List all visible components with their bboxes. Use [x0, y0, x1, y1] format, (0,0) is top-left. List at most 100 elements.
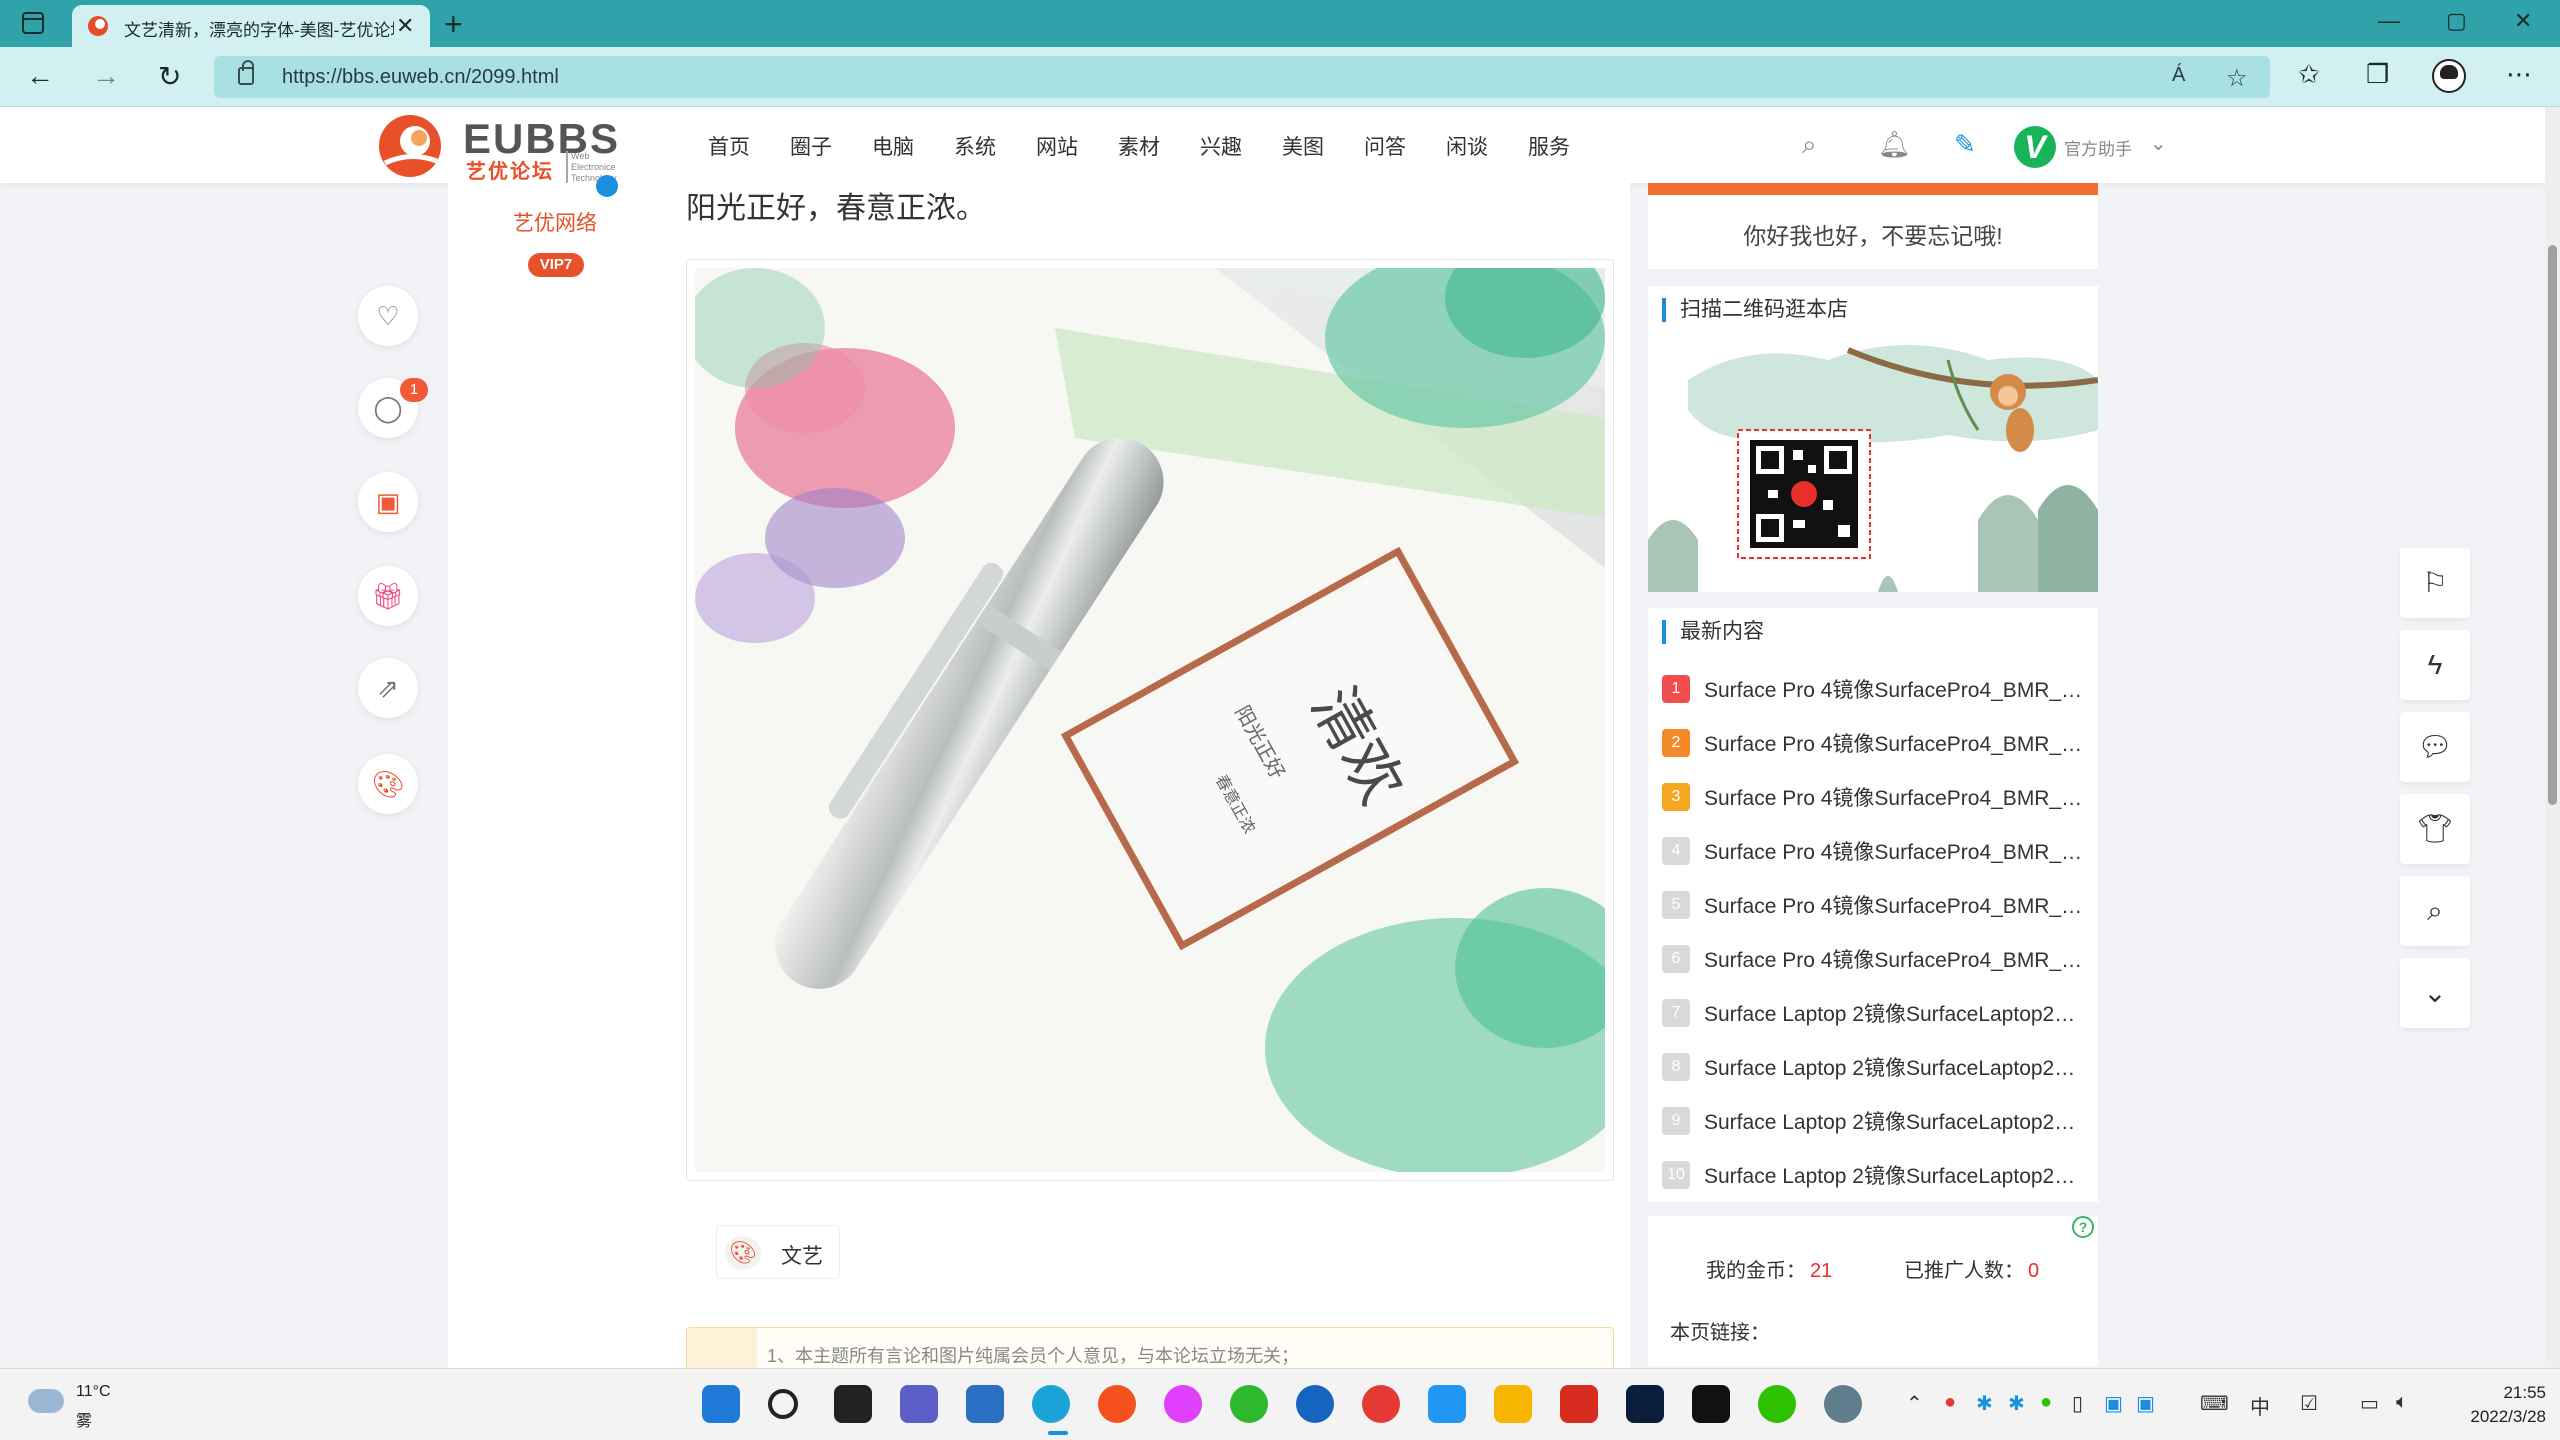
compose-icon[interactable]: ✎: [1954, 129, 1976, 160]
news-item[interactable]: 3 Surface Pro 4镜像SurfacePro4_BMR_15_2.146…: [1662, 770, 2087, 824]
nav-item-system[interactable]: 系统: [954, 131, 996, 161]
news-item[interactable]: 5 Surface Pro 4镜像SurfacePro4_BMR_15_2.146…: [1662, 878, 2087, 932]
news-title[interactable]: Surface Pro 4镜像SurfacePro4_BMR_15_2.146.…: [1704, 836, 2084, 866]
news-item[interactable]: 4 Surface Pro 4镜像SurfacePro4_BMR_15_2.146…: [1662, 824, 2087, 878]
wechat-icon[interactable]: [1758, 1385, 1796, 1423]
news-title[interactable]: Surface Laptop 2镜像SurfaceLaptop2_BMR.zip: [1704, 1160, 2084, 1190]
favorite-add-icon[interactable]: ☆: [2226, 64, 2248, 93]
keyboard-icon[interactable]: ⌨: [2200, 1391, 2229, 1416]
news-item[interactable]: 8 Surface Laptop 2镜像SurfaceLaptop2_BMR.zi…: [1662, 1040, 2087, 1094]
nav-item-interests[interactable]: 兴趣: [1200, 131, 1242, 161]
report-flag-icon[interactable]: ⚐: [2400, 548, 2470, 618]
back-icon[interactable]: ←: [26, 60, 54, 92]
maximize-icon[interactable]: ▢: [2446, 8, 2467, 34]
tray-qq-icon[interactable]: ●: [1944, 1391, 1956, 1414]
read-aloud-icon[interactable]: Á: [2172, 64, 2185, 87]
gift-icon[interactable]: 🎁︎: [358, 566, 418, 626]
volume-icon[interactable]: 🔈︎: [2396, 1391, 2408, 1414]
like-icon[interactable]: ♡: [358, 286, 418, 346]
weather-temp[interactable]: 11°C: [76, 1383, 111, 1401]
nav-item-computer[interactable]: 电脑: [872, 131, 914, 161]
nav-item-circles[interactable]: 圈子: [790, 131, 832, 161]
news-title[interactable]: Surface Pro 4镜像SurfacePro4_BMR_15_2.146.…: [1704, 674, 2084, 704]
store-icon[interactable]: [966, 1385, 1004, 1423]
tray-chevron-icon[interactable]: ⌃: [1906, 1391, 1923, 1416]
news-title[interactable]: Surface Laptop 2镜像SurfaceLaptop2_BMR.zip: [1704, 1106, 2084, 1136]
collections-icon[interactable]: ❐: [2366, 59, 2389, 90]
file-explorer-icon[interactable]: [1494, 1385, 1532, 1423]
chevron-down-icon[interactable]: ⌄: [2150, 131, 2167, 156]
news-item[interactable]: 6 Surface Pro 4镜像SurfacePro4_BMR_15_2.146…: [1662, 932, 2087, 986]
more-menu-icon[interactable]: ⋯: [2506, 59, 2532, 90]
nav-item-website[interactable]: 网站: [1036, 131, 1078, 161]
nav-item-chat[interactable]: 闲谈: [1446, 131, 1488, 161]
tray-wechat-icon[interactable]: ●: [2040, 1391, 2052, 1414]
site-logo-icon[interactable]: [375, 111, 445, 181]
favorites-icon[interactable]: ✩: [2298, 59, 2320, 90]
author-name[interactable]: 艺优网络: [448, 207, 662, 237]
new-tab-icon[interactable]: +: [444, 6, 463, 43]
photoshop-icon[interactable]: [1626, 1385, 1664, 1423]
tray-app-3-icon[interactable]: ▯: [2072, 1391, 2083, 1416]
palette-icon[interactable]: 🎨︎: [358, 754, 418, 814]
colorful-app-2-icon[interactable]: [1164, 1385, 1202, 1423]
user-avatar[interactable]: V: [2014, 126, 2056, 168]
news-title[interactable]: Surface Pro 4镜像SurfacePro4_BMR_15_2.146.…: [1704, 782, 2084, 812]
nav-item-pictures[interactable]: 美图: [1282, 131, 1324, 161]
browser-tab-active[interactable]: 文艺清新，漂亮的字体-美图-艺优论坛 ✕: [72, 5, 430, 47]
capcut-icon[interactable]: [1692, 1385, 1730, 1423]
start-icon[interactable]: [702, 1385, 740, 1423]
ime-icon[interactable]: 中: [2250, 1391, 2270, 1420]
chat-bubble-icon[interactable]: 💬︎: [2400, 712, 2470, 782]
settings-icon[interactable]: [1824, 1385, 1862, 1423]
news-title[interactable]: Surface Pro 4镜像SurfacePro4_BMR_15_2.146.…: [1704, 944, 2084, 974]
favorite-box-icon[interactable]: ▣: [358, 472, 418, 532]
lightning-icon[interactable]: ϟ: [2400, 630, 2470, 700]
shirt-icon[interactable]: 👕︎: [2400, 794, 2470, 864]
double-chevron-down-icon[interactable]: ⌄: [2400, 958, 2470, 1028]
search-icon[interactable]: ⌕: [2400, 876, 2470, 946]
wps-icon[interactable]: [1560, 1385, 1598, 1423]
teams-icon[interactable]: [900, 1385, 938, 1423]
weather-condition[interactable]: 雾: [76, 1407, 92, 1431]
lock-icon[interactable]: [238, 60, 254, 85]
tab-close-icon[interactable]: ✕: [396, 13, 414, 39]
tab-actions-icon[interactable]: [22, 12, 44, 34]
tag-chip[interactable]: 🎨︎ 文艺: [716, 1225, 840, 1279]
tray-app-4-icon[interactable]: ▣: [2104, 1391, 2123, 1416]
tray-app-2-icon[interactable]: ✱: [2008, 1391, 2025, 1416]
forward-icon[interactable]: →: [92, 60, 120, 92]
tray-app-5-icon[interactable]: ▣: [2136, 1391, 2155, 1416]
news-title[interactable]: Surface Pro 4镜像SurfacePro4_BMR_15_2.146.…: [1704, 728, 2084, 758]
nav-item-home[interactable]: 首页: [708, 131, 750, 161]
chrome-icon[interactable]: [1362, 1385, 1400, 1423]
search-taskbar-icon[interactable]: [768, 1389, 798, 1419]
article-photo[interactable]: 清欢 阳光正好 春意正浓: [695, 268, 1605, 1172]
nav-item-service[interactable]: 服务: [1528, 131, 1570, 161]
task-view-icon[interactable]: [834, 1385, 872, 1423]
news-title[interactable]: Surface Pro 4镜像SurfacePro4_BMR_15_2.146.…: [1704, 890, 2084, 920]
colorful-app-icon[interactable]: [1098, 1385, 1136, 1423]
page-scrollbar[interactable]: [2545, 107, 2560, 1367]
news-item[interactable]: 7 Surface Laptop 2镜像SurfaceLaptop2_BMR.zi…: [1662, 986, 2087, 1040]
network-icon[interactable]: ▭: [2360, 1391, 2379, 1416]
news-item[interactable]: 10 Surface Laptop 2镜像SurfaceLaptop2_BMR.z…: [1662, 1148, 2087, 1202]
news-item[interactable]: 2 Surface Pro 4镜像SurfacePro4_BMR_15_2.146…: [1662, 716, 2087, 770]
todo-icon[interactable]: [1428, 1385, 1466, 1423]
help-icon[interactable]: ?: [2072, 1216, 2094, 1238]
edge-icon[interactable]: [1032, 1385, 1070, 1423]
feather-app-icon[interactable]: [1296, 1385, 1334, 1423]
minimize-icon[interactable]: —: [2378, 8, 2400, 34]
profile-avatar[interactable]: [2432, 59, 2466, 93]
url-input[interactable]: https://bbs.euweb.cn/2099.html Á ☆: [214, 56, 2270, 98]
clock[interactable]: 21:55 2022/3/28: [2446, 1381, 2546, 1429]
checkbox-icon[interactable]: ☑: [2300, 1391, 2318, 1416]
user-name[interactable]: 官方助手: [2064, 135, 2132, 160]
search-icon[interactable]: ⌕: [1802, 129, 1817, 161]
share-icon[interactable]: ⇗: [358, 658, 418, 718]
nav-item-qa[interactable]: 问答: [1364, 131, 1406, 161]
weather-cloud-icon[interactable]: [28, 1389, 64, 1413]
ie-green-icon[interactable]: [1230, 1385, 1268, 1423]
tray-app-icon[interactable]: ✱: [1976, 1391, 1993, 1416]
news-title[interactable]: Surface Laptop 2镜像SurfaceLaptop2_BMR.zip: [1704, 998, 2084, 1028]
